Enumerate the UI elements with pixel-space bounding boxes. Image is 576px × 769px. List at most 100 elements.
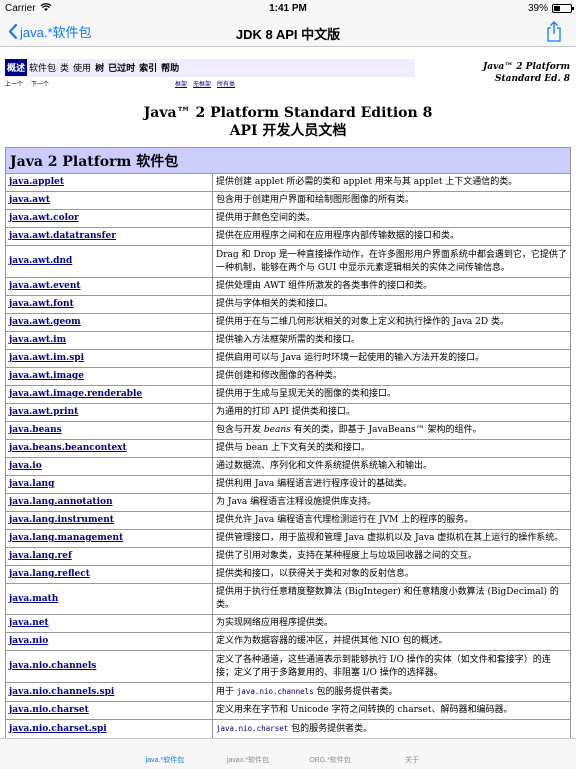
package-link[interactable]: java.awt.color xyxy=(5,209,213,228)
package-description: 提供与字体相关的类和接口。 xyxy=(212,295,571,314)
package-link[interactable]: java.awt.im xyxy=(5,331,213,350)
table-row: java.awt.event 提供处理由 AWT 组件所激发的各类事件的接口和类。 xyxy=(5,277,571,296)
package-description: 包含与开发 beans 有关的类，即基于 JavaBeans™ 架构的组件。 xyxy=(212,421,571,440)
table-row: java.beans.beancontext 提供与 bean 上下文有关的类和接… xyxy=(5,439,571,458)
package-description: 提供类和接口，以获得关于类和对象的反射信息。 xyxy=(212,565,571,584)
package-description: 提供启用可以与 Java 运行时环境一起使用的输入方法开发的接口。 xyxy=(212,349,571,368)
nav-index[interactable]: 索引 xyxy=(137,59,159,76)
battery-percent: 39% xyxy=(527,3,548,14)
package-link[interactable]: java.awt.datatransfer xyxy=(5,227,213,246)
desc-suffix: 包的服务提供者类。 xyxy=(313,687,398,697)
table-row: java.awt.image.renderable 提供用于生成与呈现无关的图像的… xyxy=(5,385,571,404)
table-row: java.awt.image 提供创建和修改图像的各种类。 xyxy=(5,367,571,386)
package-link[interactable]: java.applet xyxy=(5,173,213,192)
package-link[interactable]: java.awt.image.renderable xyxy=(5,385,213,404)
package-link[interactable]: java.nio.charset.spi xyxy=(5,719,213,738)
package-table: Java 2 Platform 软件包 java.applet 提供创建 appl… xyxy=(5,147,571,738)
status-time: 1:41 PM xyxy=(269,3,307,14)
package-description: 提供用于颜色空间的类。 xyxy=(212,209,571,228)
package-link[interactable]: java.lang xyxy=(5,475,213,494)
table-row: java.awt 包含用于创建用户界面和绘制图形图像的所有类。 xyxy=(5,191,571,210)
table-row: java.applet 提供创建 applet 所必需的类和 applet 用来与… xyxy=(5,173,571,192)
share-button[interactable] xyxy=(546,21,562,47)
package-link[interactable]: java.awt.dnd xyxy=(5,245,213,278)
table-row: java.lang.annotation 为 Java 编程语言注释设施提供库支持… xyxy=(5,493,571,512)
package-description: 提供利用 Java 编程语言进行程序设计的基础类。 xyxy=(212,475,571,494)
platform-line2: Standard Ed. 8 xyxy=(494,74,570,84)
package-description: 提供用于生成与呈现无关的图像的类和接口。 xyxy=(212,385,571,404)
table-row: java.awt.font 提供与字体相关的类和接口。 xyxy=(5,295,571,314)
package-link[interactable]: java.awt xyxy=(5,191,213,210)
package-description: 为 Java 编程语言注释设施提供库支持。 xyxy=(212,493,571,512)
package-description: 提供了引用对象类，支持在某种程度上与垃圾回收器之间的交互。 xyxy=(212,547,571,566)
package-description: 定义了各种通道，这些通道表示到能够执行 I/O 操作的实体（如文件和套接字）的连… xyxy=(212,650,571,683)
link-frames[interactable]: 框架 xyxy=(175,81,187,88)
package-link[interactable]: java.lang.ref xyxy=(5,547,213,566)
desc-code-link[interactable]: java.nio.charset xyxy=(216,724,288,733)
package-link[interactable]: java.math xyxy=(5,583,213,615)
web-content[interactable]: 概述 软件包类使用树已过时 索引 帮助 上一个 下一个 框架 无框架 所有类 Java™ 2… xyxy=(0,47,576,738)
package-link[interactable]: java.awt.geom xyxy=(5,313,213,332)
table-row: java.beans 包含与开发 beans 有关的类，即基于 JavaBeans… xyxy=(5,421,571,440)
package-link[interactable]: java.lang.instrument xyxy=(5,511,213,530)
package-link[interactable]: java.beans xyxy=(5,421,213,440)
table-row: java.net 为实现网络应用程序提供类。 xyxy=(5,614,571,633)
table-row: java.nio 定义作为数据容器的缓冲区，并提供其他 NIO 包的概述。 xyxy=(5,632,571,651)
package-link[interactable]: java.nio xyxy=(5,632,213,651)
package-link[interactable]: java.lang.management xyxy=(5,529,213,548)
nav-prev: 上一个 xyxy=(5,81,24,88)
link-all-classes[interactable]: 所有类 xyxy=(217,81,235,88)
package-link[interactable]: java.nio.channels.spi xyxy=(5,682,213,702)
package-link[interactable]: java.nio.charset xyxy=(5,701,213,720)
doc-title-line2: API 开发人员文档 xyxy=(229,123,347,139)
package-link[interactable]: java.beans.beancontext xyxy=(5,439,213,458)
package-description: Drag 和 Drop 是一种直接操作动作，在许多图形用户界面系统中都会遇到它，… xyxy=(212,245,571,278)
frame-links: 框架 无框架 所有类 xyxy=(175,79,241,88)
package-link[interactable]: java.net xyxy=(5,614,213,633)
nav-overview[interactable]: 概述 xyxy=(5,59,28,76)
nav-help[interactable]: 帮助 xyxy=(159,59,181,76)
table-row: java.awt.im 提供输入方法框架所需的类和接口。 xyxy=(5,331,571,350)
doc-sub-navbar: 上一个 下一个 xyxy=(5,79,57,88)
package-description: 提供创建和修改图像的各种类。 xyxy=(212,367,571,386)
package-description: 用于 java.nio.channels 包的服务提供者类。 xyxy=(212,682,571,702)
package-description: 提供处理由 AWT 组件所激发的各类事件的接口和类。 xyxy=(212,277,571,296)
table-row: java.nio.channels.spi 用于 java.nio.channel… xyxy=(5,682,571,702)
package-link[interactable]: java.awt.image xyxy=(5,367,213,386)
chevron-left-icon xyxy=(8,24,17,39)
package-description: java.nio.charset 包的服务提供者类。 xyxy=(212,719,571,738)
package-link[interactable]: java.io xyxy=(5,457,213,476)
package-link[interactable]: java.awt.font xyxy=(5,295,213,314)
desc-prefix: 用于 xyxy=(216,687,237,697)
share-icon xyxy=(547,21,561,42)
nav-package: 软件包 xyxy=(29,64,57,74)
table-row: java.lang.management 提供管理接口，用于监视和管理 Java … xyxy=(5,529,571,548)
table-row: java.awt.geom 提供用于在与二维几何形状相关的对象上定义和执行操作的 … xyxy=(5,313,571,332)
package-description: 为实现网络应用程序提供类。 xyxy=(212,614,571,633)
package-link[interactable]: java.nio.channels xyxy=(5,650,213,683)
table-row: java.awt.im.spi 提供启用可以与 Java 运行时环境一起使用的输入… xyxy=(5,349,571,368)
nav-use: 使用 xyxy=(73,64,92,74)
package-link[interactable]: java.awt.event xyxy=(5,277,213,296)
package-link[interactable]: java.lang.annotation xyxy=(5,493,213,512)
table-row: java.nio.charset 定义用来在字节和 Unicode 字符之间转换的… xyxy=(5,701,571,720)
package-link[interactable]: java.lang.reflect xyxy=(5,565,213,584)
status-bar: Carrier 1:41 PM 39% xyxy=(0,0,576,18)
package-link[interactable]: java.awt.im.spi xyxy=(5,349,213,368)
doc-title-line1: Java™ 2 Platform Standard Edition 8 xyxy=(143,105,433,121)
back-button[interactable]: java.*软件包 xyxy=(8,22,92,41)
package-description: 提供输入方法框架所需的类和接口。 xyxy=(212,331,571,350)
doc-title: Java™ 2 Platform Standard Edition 8 API … xyxy=(0,104,576,140)
package-link[interactable]: java.awt.print xyxy=(5,403,213,422)
nav-tree[interactable]: 树 xyxy=(93,59,106,76)
tab-about[interactable]: 关于 xyxy=(362,755,462,765)
table-row: java.math 提供用于执行任意精度整数算法 (BigInteger) 和任意… xyxy=(5,583,571,615)
desc-code-link[interactable]: java.nio.channels xyxy=(237,687,314,696)
desc-prefix: 包含与开发 xyxy=(216,425,264,435)
link-no-frames[interactable]: 无框架 xyxy=(193,81,211,88)
package-description: 提供在应用程序之间和在应用程序内部传输数据的接口和类。 xyxy=(212,227,571,246)
table-row: java.nio.channels 定义了各种通道，这些通道表示到能够执行 I/O… xyxy=(5,650,571,683)
nav-deprecated[interactable]: 已过时 xyxy=(106,59,137,76)
table-row: java.awt.color 提供用于颜色空间的类。 xyxy=(5,209,571,228)
table-row: java.awt.dnd Drag 和 Drop 是一种直接操作动作，在许多图形用… xyxy=(5,245,571,278)
